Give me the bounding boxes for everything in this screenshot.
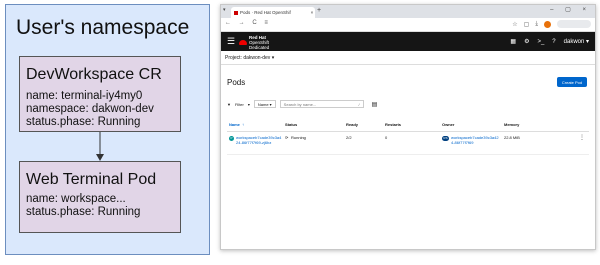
window-controls[interactable]: – ▢ × xyxy=(550,6,591,13)
pod-title: Web Terminal Pod xyxy=(26,171,157,188)
col-memory[interactable]: Memory xyxy=(504,122,519,127)
redhat-hat-icon xyxy=(239,40,247,45)
project-selector[interactable]: Project: dakwon-dev ▾ xyxy=(225,55,274,61)
profile-avatar[interactable] xyxy=(544,20,551,28)
replicaset-badge: RS xyxy=(442,136,449,141)
download-icon[interactable]: ⤓ xyxy=(535,21,538,28)
col-owner[interactable]: Owner xyxy=(442,122,454,127)
table-header: Name ↑ Status Ready Restarts Owner Memor… xyxy=(227,119,589,132)
help-icon[interactable]: ? xyxy=(552,39,555,45)
page-content: Pods Create Pod ▼ Filter ▾ Name ▾ Search… xyxy=(221,65,595,249)
owner-link[interactable]: workspaceb7cade39c3a424-86f77f7f69 xyxy=(451,135,499,145)
openshift-logo[interactable]: Red Hat OpenShift Dedicated xyxy=(239,35,269,50)
filter-toolbar: ▼ Filter ▾ Name ▾ Search by name... / ▤ xyxy=(227,100,377,108)
col-restarts[interactable]: Restarts xyxy=(385,122,401,127)
search-input[interactable]: Search by name... / xyxy=(279,100,364,108)
nav-buttons[interactable]: ← → C ≡ xyxy=(225,20,271,26)
cr-to-pod-arrow xyxy=(96,132,104,161)
col-name[interactable]: Name xyxy=(229,122,240,127)
col-ready[interactable]: Ready xyxy=(346,122,358,127)
project-bar: Project: dakwon-dev ▾ xyxy=(221,51,595,65)
tab-strip: ▾ Pods · Red Hat OpenShif × + – ▢ × xyxy=(221,5,595,18)
row-actions-kebab-icon[interactable]: ⋮ xyxy=(579,134,585,141)
namespace-title: User's namespace xyxy=(16,16,190,39)
pod-name-link[interactable]: workspaceb7cade39c3a424-86f77f7f69-zj6bz xyxy=(236,135,282,145)
search-shortcut: / xyxy=(358,101,360,107)
namespace-container: User's namespace DevWorkspace CR name: t… xyxy=(5,4,210,255)
settings-gear-icon[interactable]: ⚙ xyxy=(524,38,529,45)
status-running-icon: ⟳ xyxy=(285,135,289,140)
cr-title: DevWorkspace CR xyxy=(26,66,162,83)
terminal-icon[interactable]: >_ xyxy=(537,39,544,45)
browser-menu-pill[interactable] xyxy=(557,20,591,28)
web-terminal-pod-box: Web Terminal Pod name: workspace... stat… xyxy=(19,161,181,233)
cr-name-line: name: terminal-iy4my0 xyxy=(26,90,143,102)
pod-badge: P xyxy=(229,136,234,141)
new-tab-icon[interactable]: + xyxy=(317,7,321,14)
filter-chevron-icon[interactable]: ▾ xyxy=(248,102,250,107)
tab-list-icon[interactable]: ▾ xyxy=(223,7,226,13)
console-masthead: ☰ Red Hat OpenShift Dedicated ▦ ⚙ >_ ? d… xyxy=(221,32,595,51)
browser-tab[interactable]: Pods · Red Hat OpenShif × xyxy=(231,7,315,18)
table-row: P workspaceb7cade39c3a424-86f77f7f69-zj6… xyxy=(227,132,589,155)
devworkspace-cr-box: DevWorkspace CR name: terminal-iy4my0 na… xyxy=(19,56,181,132)
pod-status: Running xyxy=(291,135,306,140)
create-pod-button[interactable]: Create Pod xyxy=(557,77,587,87)
app-launcher-icon[interactable]: ▦ xyxy=(510,38,516,45)
address-bar: ← → C ≡ ☆ ▢ ⤓ xyxy=(221,18,595,32)
browser-window: ▾ Pods · Red Hat OpenShif × + – ▢ × ← → … xyxy=(220,4,596,250)
cr-namespace-line: namespace: dakwon-dev xyxy=(26,103,154,115)
cr-status-line: status.phase: Running xyxy=(26,116,141,128)
bookmark-star-icon[interactable]: ☆ xyxy=(512,21,517,28)
pod-status-line: status.phase: Running xyxy=(26,206,141,218)
pod-ready: 2/2 xyxy=(346,135,352,140)
tab-close-icon[interactable]: × xyxy=(309,10,315,15)
pods-table: Name ↑ Status Ready Restarts Owner Memor… xyxy=(227,119,589,155)
manage-columns-icon[interactable]: ▤ xyxy=(372,101,378,108)
col-status[interactable]: Status xyxy=(285,122,297,127)
sort-icon[interactable]: ↑ xyxy=(242,122,244,127)
pod-name-line: name: workspace... xyxy=(26,193,126,205)
extensions-icon[interactable]: ▢ xyxy=(524,21,530,28)
user-menu[interactable]: dakwon ▾ xyxy=(564,38,589,45)
filter-icon: ▼ xyxy=(227,101,231,107)
pod-restarts: 0 xyxy=(385,135,388,140)
search-placeholder: Search by name... xyxy=(283,101,317,107)
favicon-icon xyxy=(234,10,238,15)
page-title: Pods xyxy=(227,78,246,87)
hamburger-menu-icon[interactable]: ☰ xyxy=(227,36,235,47)
logo-line-3: Dedicated xyxy=(249,45,270,50)
name-select[interactable]: Name ▾ xyxy=(253,100,276,108)
tab-title: Pods · Red Hat OpenShif xyxy=(240,10,291,15)
pod-memory: 22.8 MiB xyxy=(504,135,520,140)
filter-dropdown[interactable]: Filter xyxy=(235,102,244,107)
